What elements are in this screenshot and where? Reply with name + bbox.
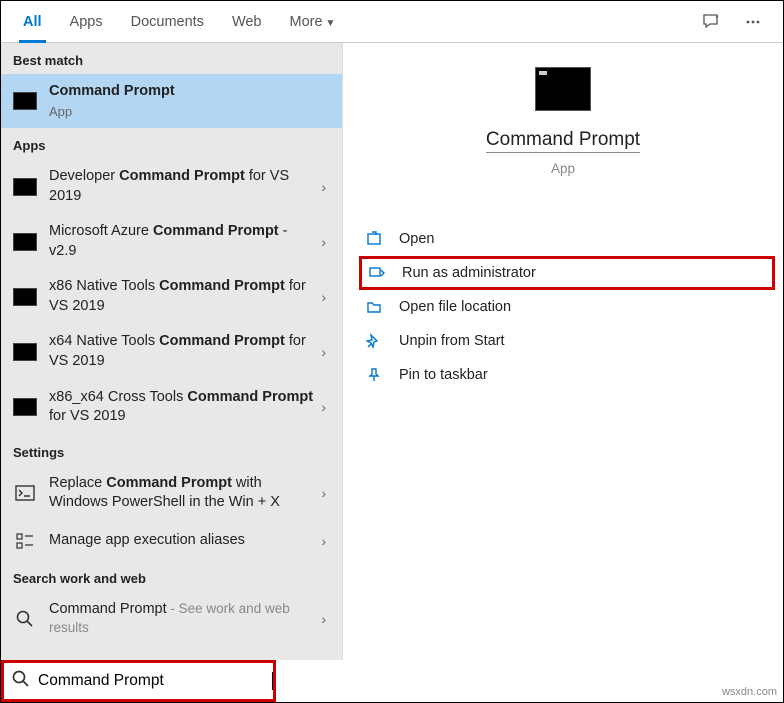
action-open-location[interactable]: Open file location	[359, 290, 775, 324]
preview-panel: Command Prompt App Open Run as administr…	[342, 43, 783, 660]
cmd-prompt-icon	[13, 481, 37, 505]
app-result-label: x86_x64 Cross Tools Command Prompt for V…	[49, 388, 315, 427]
app-result-label: x64 Native Tools Command Prompt for VS 2…	[49, 332, 315, 371]
search-input[interactable]: Command Prompt	[38, 672, 273, 690]
results-panel: Best match Command Prompt App Apps Devel…	[1, 43, 342, 660]
section-best-match: Best match	[1, 43, 342, 74]
action-pin-taskbar[interactable]: Pin to taskbar	[359, 358, 775, 392]
search-icon	[13, 607, 37, 631]
preview-subtitle: App	[343, 161, 783, 176]
chevron-right-icon[interactable]: ›	[315, 485, 332, 501]
terminal-icon	[13, 230, 37, 254]
settings-result-item[interactable]: Manage app execution aliases ›	[1, 521, 342, 561]
chevron-right-icon[interactable]: ›	[315, 399, 332, 415]
app-result-item[interactable]: Microsoft Azure Command Prompt - v2.9 ›	[1, 214, 342, 269]
aliases-icon	[13, 529, 37, 553]
action-label: Unpin from Start	[399, 333, 505, 349]
app-result-label: Microsoft Azure Command Prompt - v2.9	[49, 222, 315, 261]
chevron-right-icon[interactable]: ›	[315, 289, 332, 305]
app-result-item[interactable]: x86_x64 Cross Tools Command Prompt for V…	[1, 380, 342, 435]
search-bar: Command Prompt	[1, 660, 783, 702]
terminal-icon	[13, 175, 37, 199]
search-icon	[12, 670, 30, 693]
section-work-web: Search work and web	[1, 561, 342, 592]
app-result-item[interactable]: Developer Command Prompt for VS 2019 ›	[1, 159, 342, 214]
action-open[interactable]: Open	[359, 222, 775, 256]
terminal-icon	[13, 395, 37, 419]
ellipsis-icon[interactable]	[743, 12, 763, 32]
shield-icon	[366, 265, 388, 281]
chevron-right-icon[interactable]: ›	[315, 344, 332, 360]
best-match-subtitle: App	[49, 103, 332, 121]
terminal-icon	[13, 89, 37, 113]
settings-result-label: Manage app execution aliases	[49, 531, 315, 551]
web-result-label: Command Prompt - See work and web result…	[49, 600, 315, 639]
open-icon	[363, 231, 385, 247]
feedback-icon[interactable]	[701, 12, 721, 32]
chevron-right-icon[interactable]: ›	[315, 533, 332, 549]
action-label: Pin to taskbar	[399, 367, 488, 383]
pin-icon	[363, 367, 385, 383]
app-result-label: Developer Command Prompt for VS 2019	[49, 167, 315, 206]
settings-result-item[interactable]: Replace Command Prompt with Windows Powe…	[1, 466, 342, 521]
web-result-item[interactable]: Command Prompt - See work and web result…	[1, 592, 342, 647]
filter-tab-bar: All Apps Documents Web More▼	[1, 1, 783, 43]
tab-documents[interactable]: Documents	[117, 1, 218, 43]
tab-all[interactable]: All	[9, 1, 56, 43]
terminal-icon	[13, 340, 37, 364]
best-match-item[interactable]: Command Prompt App	[1, 74, 342, 128]
section-apps: Apps	[1, 128, 342, 159]
folder-icon	[363, 299, 385, 315]
action-label: Open	[399, 231, 434, 247]
tab-web[interactable]: Web	[218, 1, 276, 43]
terminal-icon	[13, 285, 37, 309]
preview-title[interactable]: Command Prompt	[486, 129, 640, 153]
settings-result-label: Replace Command Prompt with Windows Powe…	[49, 474, 315, 513]
unpin-icon	[363, 333, 385, 349]
tab-apps[interactable]: Apps	[56, 1, 117, 43]
section-settings: Settings	[1, 435, 342, 466]
action-label: Open file location	[399, 299, 511, 315]
chevron-right-icon[interactable]: ›	[315, 611, 332, 627]
chevron-right-icon[interactable]: ›	[315, 179, 332, 195]
best-match-title: Command Prompt	[49, 82, 332, 102]
app-result-item[interactable]: x64 Native Tools Command Prompt for VS 2…	[1, 324, 342, 379]
terminal-icon-large	[535, 67, 591, 111]
tab-more[interactable]: More▼	[276, 1, 350, 43]
action-run-as-admin[interactable]: Run as administrator	[359, 256, 775, 290]
action-label: Run as administrator	[402, 265, 536, 281]
search-box[interactable]: Command Prompt	[1, 660, 276, 702]
action-unpin-start[interactable]: Unpin from Start	[359, 324, 775, 358]
chevron-right-icon[interactable]: ›	[315, 234, 332, 250]
actions-list: Open Run as administrator Open file loca…	[343, 222, 783, 392]
app-result-label: x86 Native Tools Command Prompt for VS 2…	[49, 277, 315, 316]
app-result-item[interactable]: x86 Native Tools Command Prompt for VS 2…	[1, 269, 342, 324]
watermark: wsxdn.com	[722, 686, 777, 698]
